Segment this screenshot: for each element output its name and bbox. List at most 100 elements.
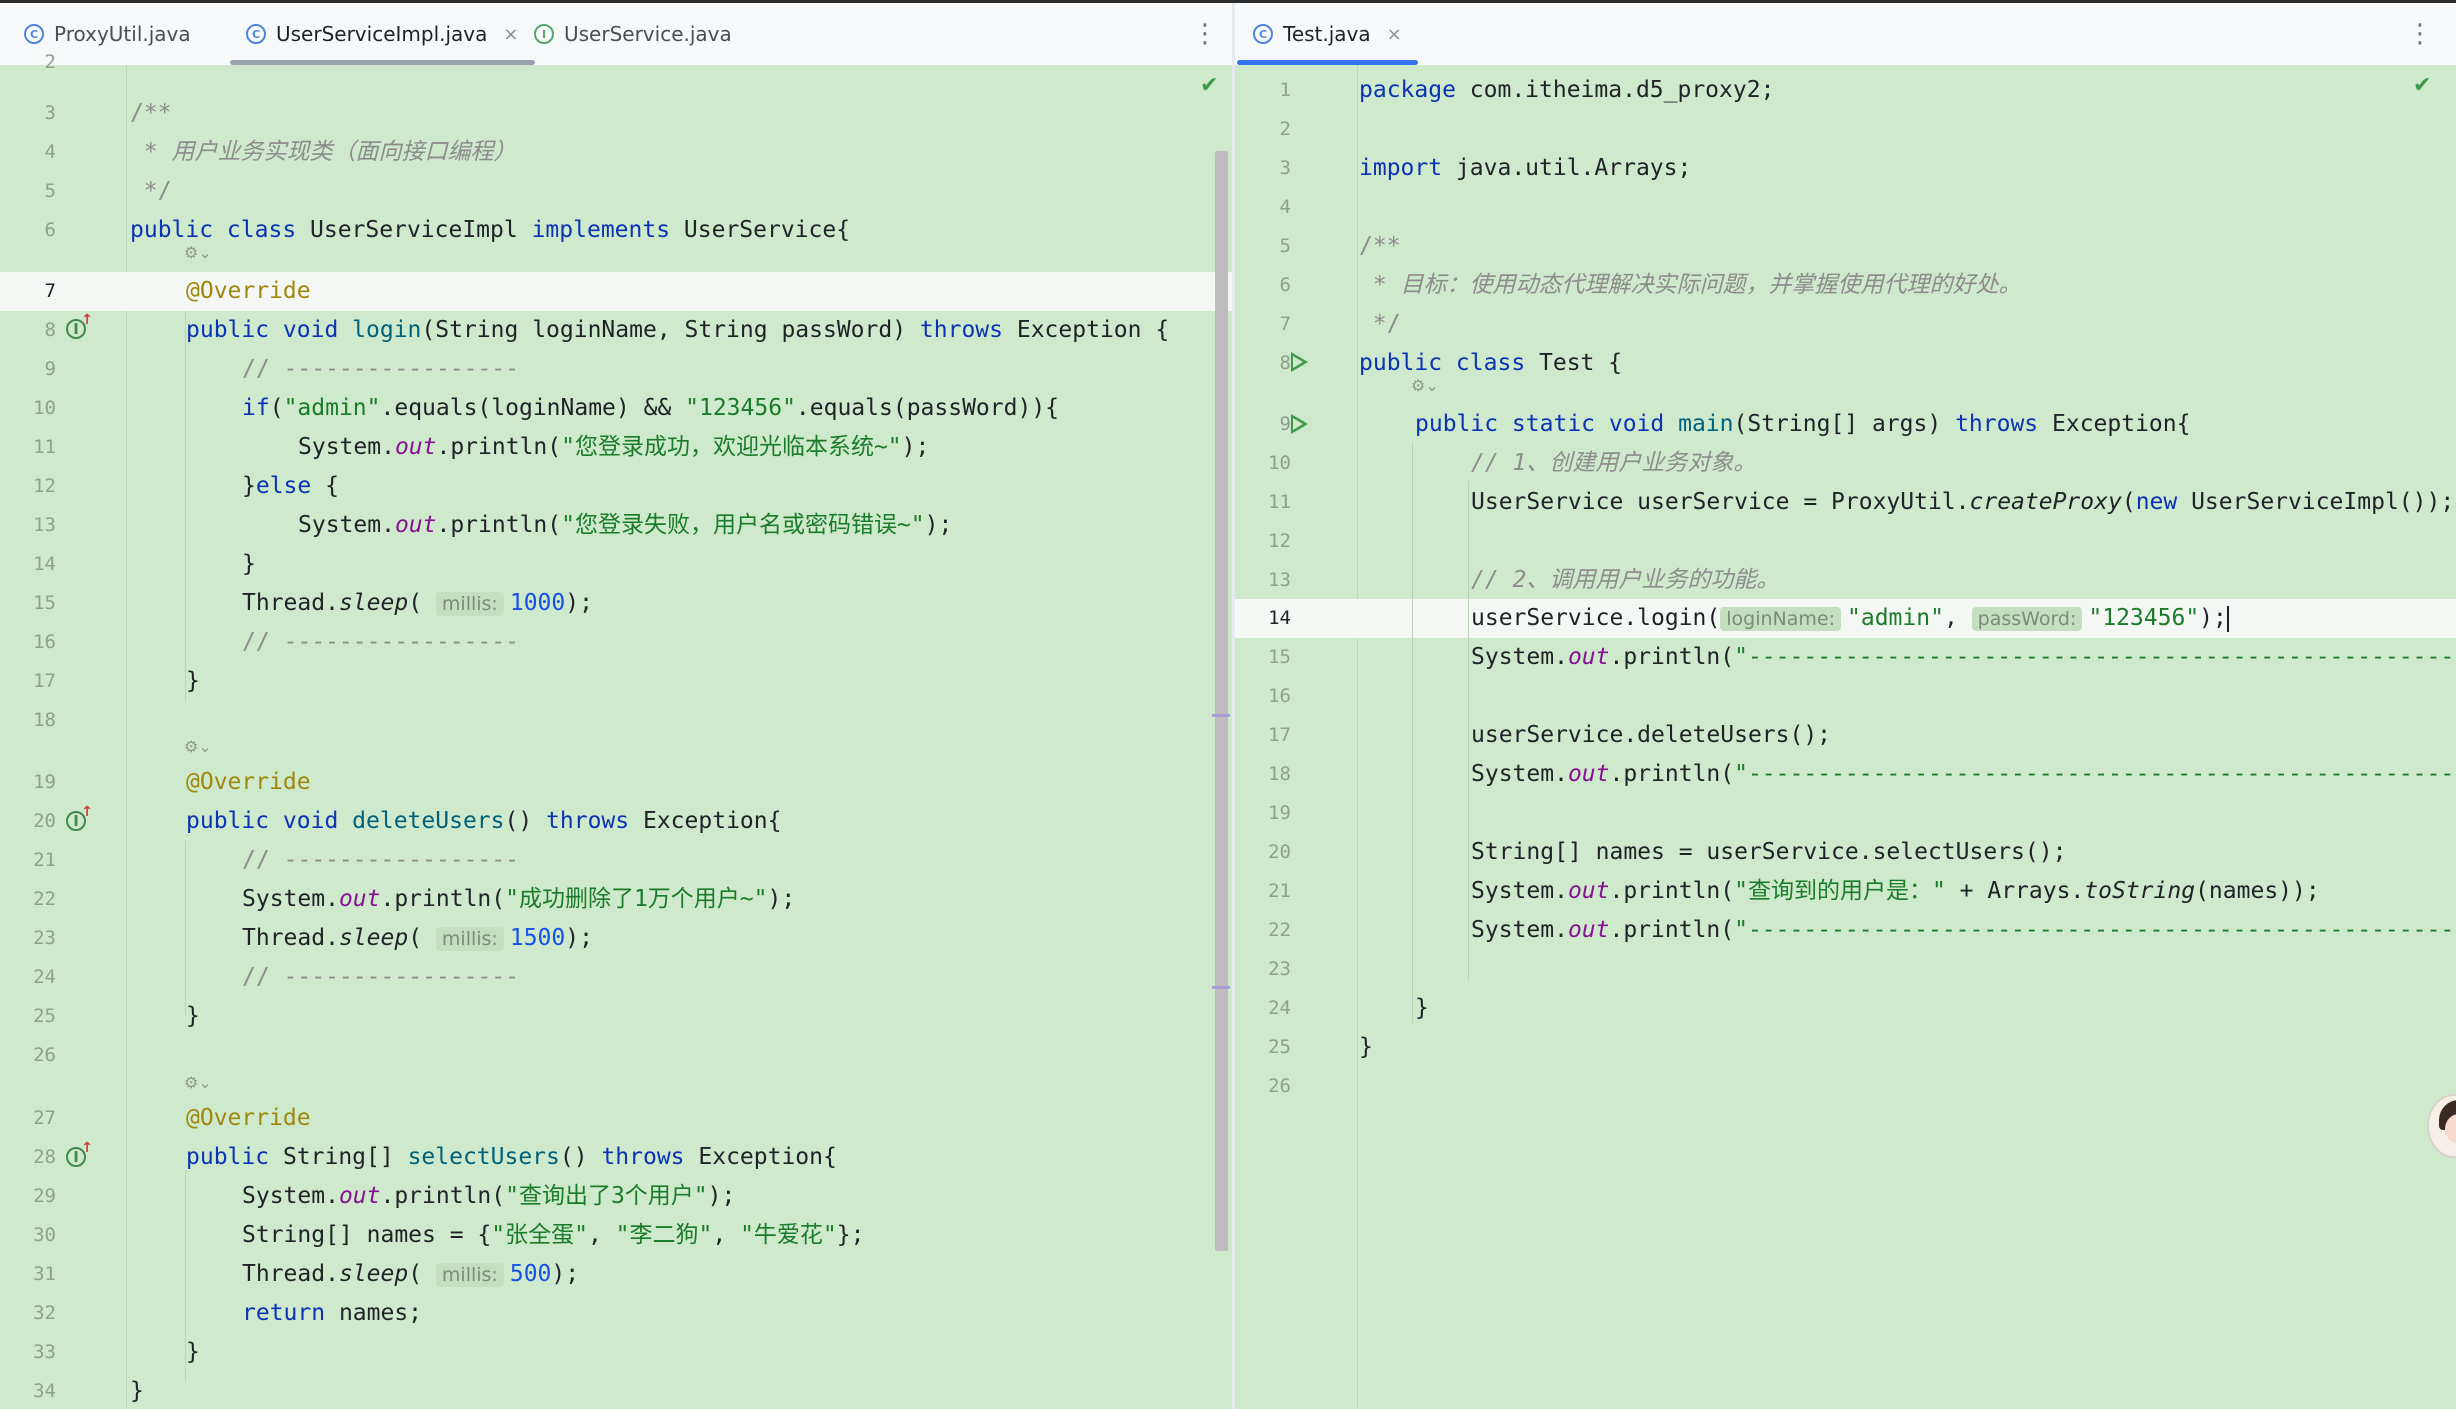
line-number: 5 xyxy=(44,180,56,202)
line-number: 7 xyxy=(44,280,56,302)
class-icon: C xyxy=(24,24,44,44)
code-line: @Override xyxy=(186,278,311,304)
tab-test[interactable]: C Test.java × xyxy=(1237,3,1418,65)
right-editor-pane: C Test.java × ⋮ ✔ 1 2 3 4 5 6 7 8 9 10 1… xyxy=(1235,3,2456,1409)
tab-userservice[interactable]: I UserService.java xyxy=(534,3,732,65)
code-line: */ xyxy=(1359,311,1401,337)
code-line: System.out.println("--------------------… xyxy=(1471,761,2456,787)
run-class-icon[interactable] xyxy=(1291,352,1308,372)
inlay-settings-icon[interactable]: ⚙⌄ xyxy=(184,737,212,756)
code-line: // ----------------- xyxy=(242,847,519,873)
no-problems-check-icon[interactable]: ✔ xyxy=(1200,73,1218,98)
code-line: public class Test { xyxy=(1359,350,1623,376)
param-hint: millis: xyxy=(435,1263,504,1287)
line-number: 19 xyxy=(1268,802,1291,824)
code-line: Thread.sleep( millis: 1000); xyxy=(242,590,593,616)
line-number: 20 xyxy=(1268,841,1291,863)
code-line: } xyxy=(130,1378,144,1404)
line-number: 4 xyxy=(1279,196,1291,218)
line-number: 2 xyxy=(44,51,56,73)
right-code-editor[interactable]: ✔ 1 2 3 4 5 6 7 8 9 10 11 12 13 14 15 16… xyxy=(1235,65,2456,1409)
code-line: System.out.println("--------------------… xyxy=(1471,644,2456,670)
no-problems-check-icon[interactable]: ✔ xyxy=(2413,73,2431,98)
code-line: userService.deleteUsers(); xyxy=(1471,722,1832,748)
line-number: 19 xyxy=(33,771,56,793)
line-number: 20 xyxy=(33,810,56,832)
line-number: 12 xyxy=(33,475,56,497)
gutter-border xyxy=(1357,65,1358,1409)
code-line: Thread.sleep( millis: 500); xyxy=(242,1261,580,1287)
code-line: System.out.println("您登录成功，欢迎光临本系统~"); xyxy=(298,434,930,460)
line-number: 32 xyxy=(33,1302,56,1324)
code-line: /** xyxy=(1359,233,1401,259)
implements-method-icon[interactable]: I ↑ xyxy=(66,804,93,831)
indent-guide xyxy=(1468,481,1469,981)
line-number: 16 xyxy=(33,631,56,653)
param-hint: loginName: xyxy=(1720,607,1841,631)
indent-guide xyxy=(185,311,186,701)
left-tab-bar: C ProxyUtil.java C UserServiceImpl.java … xyxy=(0,3,1232,66)
line-number: 17 xyxy=(1268,724,1291,746)
more-tabs-icon[interactable]: ⋮ xyxy=(2407,19,2433,49)
interface-icon: I xyxy=(534,24,554,44)
close-tab-icon[interactable]: × xyxy=(1387,24,1402,45)
more-tabs-icon[interactable]: ⋮ xyxy=(1192,19,1218,49)
line-number: 15 xyxy=(1268,646,1291,668)
line-number: 13 xyxy=(1268,569,1291,591)
text-caret xyxy=(2226,605,2229,632)
line-number: 27 xyxy=(33,1107,56,1129)
tab-label: ProxyUtil.java xyxy=(54,22,191,46)
code-line: // 2、调用用户业务的功能。 xyxy=(1471,567,1780,593)
code-line: } xyxy=(186,1003,200,1029)
right-tab-bar: C Test.java × ⋮ xyxy=(1235,3,2456,66)
ide-window: C ProxyUtil.java C UserServiceImpl.java … xyxy=(0,0,2456,1409)
implements-method-icon[interactable]: I ↑ xyxy=(66,312,93,339)
line-number: 6 xyxy=(1279,274,1291,296)
class-icon: C xyxy=(246,24,266,44)
run-main-icon[interactable] xyxy=(1291,414,1308,434)
inlay-settings-icon[interactable]: ⚙⌄ xyxy=(184,1073,212,1092)
line-number: 13 xyxy=(33,514,56,536)
close-tab-icon[interactable]: × xyxy=(503,24,518,45)
line-number: 12 xyxy=(1268,530,1291,552)
line-number: 4 xyxy=(44,141,56,163)
line-number: 26 xyxy=(33,1044,56,1066)
line-number: 11 xyxy=(1268,491,1291,513)
code-line: System.out.println("您登录失败，用户名或密码错误~"); xyxy=(298,512,953,538)
code-line: public class UserServiceImpl implements … xyxy=(130,217,851,243)
code-line: @Override xyxy=(186,769,311,795)
line-number: 9 xyxy=(44,358,56,380)
code-line: // ----------------- xyxy=(242,964,519,990)
line-number: 21 xyxy=(33,849,56,871)
line-number: 25 xyxy=(33,1005,56,1027)
code-line: // ----------------- xyxy=(242,629,519,655)
line-number: 31 xyxy=(33,1263,56,1285)
code-line: } xyxy=(186,1339,200,1365)
line-number: 17 xyxy=(33,670,56,692)
code-line: System.out.println("--------------------… xyxy=(1471,917,2456,943)
code-line: */ xyxy=(130,178,172,204)
assistant-avatar[interactable] xyxy=(2427,1094,2456,1158)
line-number: 16 xyxy=(1268,685,1291,707)
left-editor-pane: C ProxyUtil.java C UserServiceImpl.java … xyxy=(0,3,1232,1409)
param-hint: passWord: xyxy=(1971,607,2083,631)
code-line: String[] names = {"张全蛋", "李二狗", "牛爱花"}; xyxy=(242,1222,865,1248)
line-number: 9 xyxy=(1279,413,1291,435)
line-number: 14 xyxy=(33,553,56,575)
code-line: // 1、创建用户业务对象。 xyxy=(1471,450,1757,476)
code-line: } xyxy=(1415,995,1429,1021)
left-code-editor[interactable]: ✔ 2 3 4 5 6 7 8 9 10 11 12 13 14 15 16 1… xyxy=(0,51,1232,1409)
param-hint: millis: xyxy=(435,927,504,951)
line-number: 18 xyxy=(33,709,56,731)
code-line: public void deleteUsers() throws Excepti… xyxy=(186,808,782,834)
code-line: public void login(String loginName, Stri… xyxy=(186,317,1170,343)
indent-guide xyxy=(185,841,186,1016)
vertical-scrollbar[interactable] xyxy=(1215,151,1228,1251)
code-line: } xyxy=(1359,1034,1373,1060)
line-number: 3 xyxy=(1279,157,1291,179)
implements-method-icon[interactable]: I ↑ xyxy=(66,1140,93,1167)
tab-userserviceimpl[interactable]: C UserServiceImpl.java × xyxy=(230,3,535,65)
code-line: return names; xyxy=(242,1300,423,1326)
line-number: 25 xyxy=(1268,1036,1291,1058)
code-line: /** xyxy=(130,100,172,126)
